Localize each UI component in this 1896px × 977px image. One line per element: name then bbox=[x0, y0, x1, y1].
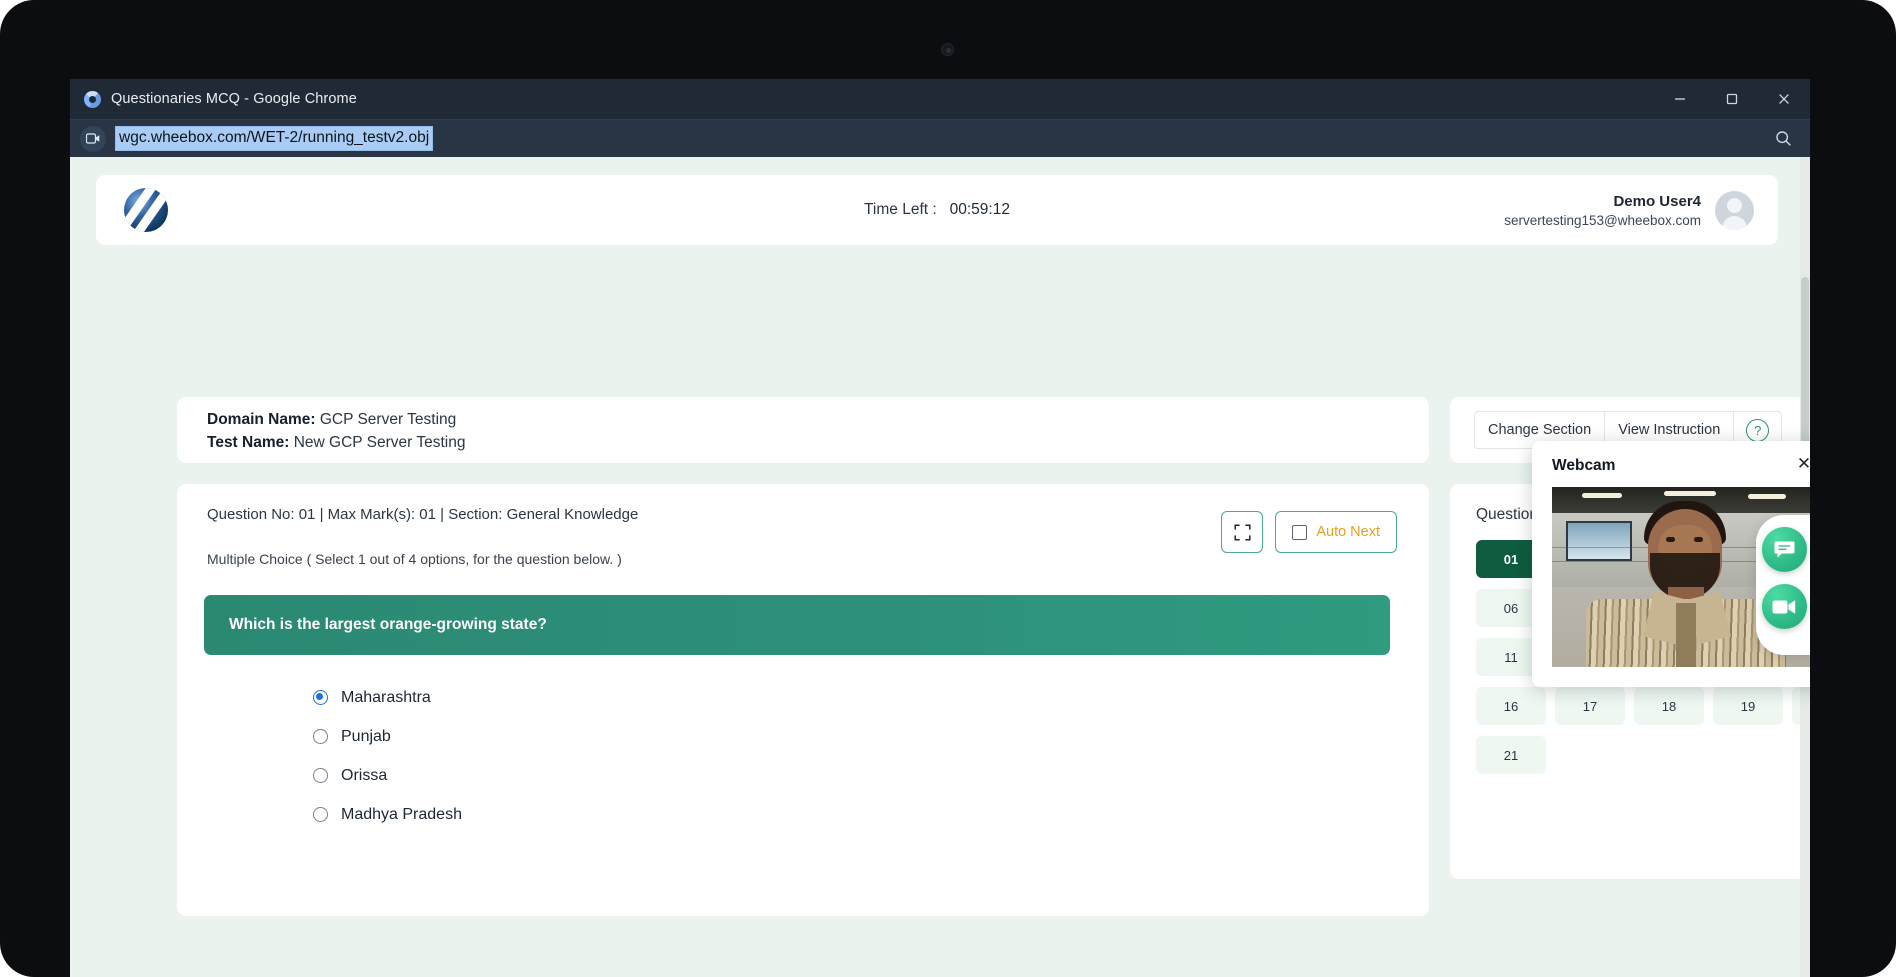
domain-name-value: GCP Server Testing bbox=[320, 411, 456, 428]
video-icon[interactable] bbox=[1762, 584, 1807, 629]
device-bezel: Questionaries MCQ - Google Chrome bbox=[0, 0, 1896, 977]
fullscreen-button[interactable] bbox=[1221, 511, 1263, 553]
time-left: Time Left : 00:59:12 bbox=[767, 201, 1107, 219]
test-name-line: Test Name: New GCP Server Testing bbox=[207, 432, 1429, 455]
user-text: Demo User4 servertesting153@wheebox.com bbox=[1504, 193, 1701, 228]
close-button[interactable] bbox=[1758, 79, 1810, 119]
time-left-label: Time Left : bbox=[864, 201, 937, 218]
video-source-icon bbox=[80, 126, 106, 152]
device-camera-icon bbox=[941, 43, 954, 56]
option-label: Maharashtra bbox=[341, 689, 431, 707]
option-label: Madhya Pradesh bbox=[341, 806, 462, 824]
user-name: Demo User4 bbox=[1504, 193, 1701, 210]
window-title: Questionaries MCQ - Google Chrome bbox=[111, 91, 357, 107]
palette-cell[interactable]: 16 bbox=[1476, 687, 1546, 725]
option-row[interactable]: Maharashtra bbox=[313, 678, 462, 717]
question-type-hint: Multiple Choice ( Select 1 out of 4 opti… bbox=[207, 551, 622, 567]
option-row[interactable]: Madhya Pradesh bbox=[313, 795, 462, 834]
search-icon[interactable] bbox=[1775, 130, 1792, 147]
wheebox-logo-icon bbox=[124, 188, 168, 232]
browser-titlebar: Questionaries MCQ - Google Chrome bbox=[70, 79, 1810, 119]
time-left-value: 00:59:12 bbox=[950, 201, 1010, 218]
auto-next-label: Auto Next bbox=[1316, 524, 1380, 540]
test-name-label: Test Name: bbox=[207, 434, 289, 451]
url-input[interactable]: wgc.wheebox.com/WET-2/running_testv2.obj bbox=[115, 126, 433, 151]
question-tools: Auto Next bbox=[1221, 511, 1397, 553]
option-row[interactable]: Orissa bbox=[313, 756, 462, 795]
auto-next-checkbox[interactable] bbox=[1292, 525, 1307, 540]
palette-cell[interactable]: 17 bbox=[1555, 687, 1625, 725]
chrome-logo-icon bbox=[84, 91, 101, 108]
avatar[interactable] bbox=[1715, 191, 1754, 230]
page-viewport: Time Left : 00:59:12 Demo User4 serverte… bbox=[70, 157, 1810, 977]
question-meta: Question No: 01 | Max Mark(s): 01 | Sect… bbox=[207, 506, 638, 523]
palette-cell[interactable]: 19 bbox=[1713, 687, 1783, 725]
minimize-button[interactable] bbox=[1654, 79, 1706, 119]
webcam-close-icon[interactable]: ✕ bbox=[1793, 453, 1810, 475]
question-card: Question No: 01 | Max Mark(s): 01 | Sect… bbox=[177, 484, 1429, 916]
help-icon[interactable]: ? bbox=[1746, 419, 1769, 442]
maximize-button[interactable] bbox=[1706, 79, 1758, 119]
question-banner: Which is the largest orange-growing stat… bbox=[204, 595, 1390, 655]
auto-next-button[interactable]: Auto Next bbox=[1275, 511, 1397, 553]
domain-name-line: Domain Name: GCP Server Testing bbox=[207, 409, 1429, 432]
browser-urlbar: wgc.wheebox.com/WET-2/running_testv2.obj bbox=[70, 119, 1810, 157]
option-label: Orissa bbox=[341, 767, 387, 785]
option-radio[interactable] bbox=[313, 690, 328, 705]
palette-cell[interactable]: 21 bbox=[1476, 736, 1546, 774]
answer-options: Maharashtra Punjab Orissa Madhya Pradesh bbox=[313, 678, 462, 834]
domain-name-label: Domain Name: bbox=[207, 411, 316, 428]
option-radio[interactable] bbox=[313, 807, 328, 822]
option-radio[interactable] bbox=[313, 729, 328, 744]
user-block: Demo User4 servertesting153@wheebox.com bbox=[1504, 191, 1754, 230]
test-info-card: Domain Name: GCP Server Testing Test Nam… bbox=[177, 397, 1429, 463]
user-email: servertesting153@wheebox.com bbox=[1504, 213, 1701, 228]
browser-window: Questionaries MCQ - Google Chrome bbox=[70, 79, 1810, 977]
window-controls bbox=[1654, 79, 1810, 119]
chat-icon[interactable] bbox=[1762, 527, 1807, 572]
webcam-title: Webcam bbox=[1552, 457, 1615, 475]
question-text: Which is the largest orange-growing stat… bbox=[229, 616, 547, 634]
option-label: Punjab bbox=[341, 728, 391, 746]
test-name-value: New GCP Server Testing bbox=[294, 434, 466, 451]
option-row[interactable]: Punjab bbox=[313, 717, 462, 756]
palette-cell[interactable]: 18 bbox=[1634, 687, 1704, 725]
option-radio[interactable] bbox=[313, 768, 328, 783]
floating-action-buttons bbox=[1756, 515, 1810, 655]
app-header: Time Left : 00:59:12 Demo User4 serverte… bbox=[96, 175, 1778, 245]
